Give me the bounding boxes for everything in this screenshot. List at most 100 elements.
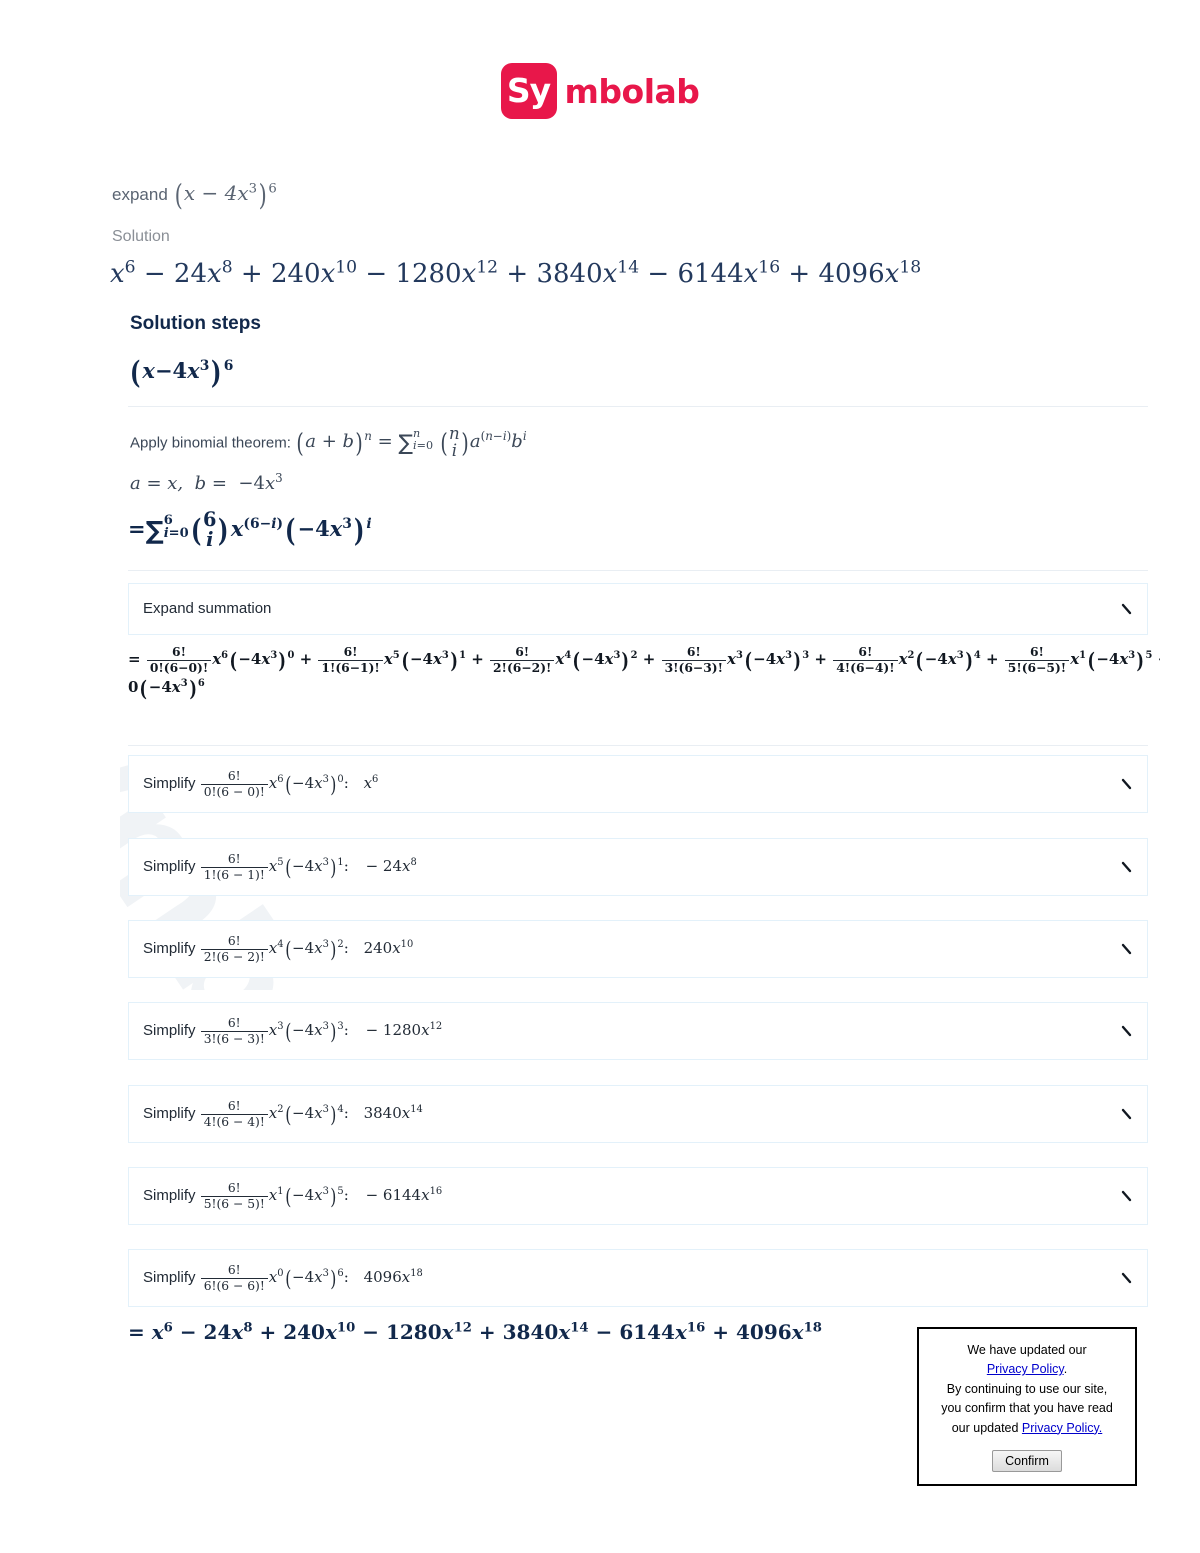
- frac-numerator: 6!: [200, 852, 268, 868]
- simplify-step-card[interactable]: Simplify 6! 4!(6 − 4)! x2(−4x3)4: 3840x14: [128, 1085, 1148, 1143]
- query-line: expand (x − 4x3) 6: [112, 178, 277, 212]
- simplify-step-card[interactable]: Simplify 6! 3!(6 − 3)! x3(−4x3)3: − 1280x1…: [128, 1002, 1148, 1060]
- simplify-label: Simplify: [143, 1105, 196, 1122]
- frac-numerator: 6!: [200, 934, 268, 950]
- final-result-line: = x6 − 24x8 + 240x10 − 1280x12 + 3840x14…: [128, 1320, 822, 1344]
- expand-summation-title: Expand summation: [143, 600, 272, 617]
- frac-denominator: 0!(6 − 0)!: [203, 784, 265, 799]
- simplify-result: x6: [363, 774, 379, 792]
- confirm-button[interactable]: Confirm: [992, 1449, 1062, 1472]
- simplify-step-card[interactable]: Simplify 6! 6!(6 − 6)! x0(−4x3)6: 4096x18: [128, 1249, 1148, 1307]
- privacy-line-3: By continuing to use our site,: [946, 1381, 1108, 1396]
- privacy-line-1: We have updated our: [967, 1343, 1087, 1357]
- simplify-step-row: Simplify 6! 0!(6 − 0)! x6(−4x3)0: x6: [143, 769, 378, 799]
- simplify-label: Simplify: [143, 858, 196, 875]
- simplify-expression: 6! 0!(6 − 0)! x6(−4x3)0:: [200, 769, 354, 799]
- simplify-result: − 1280x12: [365, 1021, 443, 1039]
- logo-mark: Sy: [500, 63, 557, 119]
- frac-denominator: 4!(6 − 4)!: [203, 1114, 265, 1129]
- solution-steps-heading: Solution steps: [130, 313, 261, 334]
- privacy-policy-link-1[interactable]: Privacy Policy: [987, 1362, 1064, 1376]
- simplify-step-card[interactable]: Simplify 6! 5!(6 − 5)! x1(−4x3)5: − 6144x1…: [128, 1167, 1148, 1225]
- solution-label: Solution: [112, 228, 170, 245]
- frac-numerator: 6!: [200, 1181, 268, 1197]
- query-label: expand: [112, 184, 168, 204]
- simplify-expression: 6! 6!(6 − 6)! x0(−4x3)6:: [200, 1263, 354, 1293]
- x-power: 3: [277, 1021, 284, 1032]
- expand-summation-line-2: 0(−4x3)6: [128, 677, 205, 702]
- simplify-label: Simplify: [143, 1187, 196, 1204]
- divider: [128, 745, 1148, 746]
- simplify-label: Simplify: [143, 1269, 196, 1286]
- simplify-step-row: Simplify 6! 6!(6 − 6)! x0(−4x3)6: 4096x18: [143, 1263, 423, 1293]
- binomial-theorem-line: Apply binomial theorem: (a + b)n = ∑n i=0…: [130, 425, 527, 460]
- simplify-result: 240x10: [363, 939, 414, 957]
- initial-expression: (x−4x3) 6: [130, 355, 234, 391]
- site-header: Sy mbolab: [0, 63, 1200, 119]
- chevron-collapse-icon[interactable]: [1119, 942, 1133, 956]
- simplify-label: Simplify: [143, 940, 196, 957]
- summation-expression: =∑6 i=0(6 i)x(6−i)(−4x3) i: [128, 508, 372, 552]
- binomial-theorem-formula: (a + b)n = ∑n i=0 (n i)a(n−i)bi: [296, 424, 527, 461]
- chevron-collapse-icon[interactable]: [1119, 1189, 1133, 1203]
- simplify-step-row: Simplify 6! 5!(6 − 5)! x1(−4x3)5: − 6144x1…: [143, 1181, 442, 1211]
- simplify-step-card[interactable]: Simplify 6! 0!(6 − 0)! x6(−4x3)0: x6: [128, 755, 1148, 813]
- simplify-step-row: Simplify 6! 1!(6 − 1)! x5(−4x3)1: − 24x8: [143, 852, 417, 882]
- simplify-step-row: Simplify 6! 2!(6 − 2)! x4(−4x3)2: 240x10: [143, 934, 413, 964]
- simplify-expression: 6! 5!(6 − 5)! x1(−4x3)5:: [200, 1181, 354, 1211]
- chevron-collapse-icon[interactable]: [1119, 1024, 1133, 1038]
- frac-denominator: 5!(6 − 5)!: [203, 1196, 265, 1211]
- simplify-expression: 6! 4!(6 − 4)! x2(−4x3)4:: [200, 1099, 354, 1129]
- divider: [128, 406, 1148, 407]
- binomial-theorem-label: Apply binomial theorem:: [130, 434, 291, 452]
- chevron-collapse-icon[interactable]: [1119, 777, 1133, 791]
- substitution-line: a = x, b = −4x3: [130, 471, 283, 494]
- frac-numerator: 6!: [200, 769, 268, 785]
- expand-summation-line-1: = 6! 0!(6−0)! x6(−4x3)0 + 6! 1!(6−1)! x5(−4x…: [128, 645, 1160, 675]
- symbolab-logo[interactable]: Sy mbolab: [500, 63, 700, 119]
- solution-result: x6 − 24x8 + 240x10 − 1280x12 + 3840x14 −…: [110, 257, 922, 289]
- query-expression: (x − 4x3) 6: [174, 178, 277, 212]
- simplify-expression: 6! 1!(6 − 1)! x5(−4x3)1:: [200, 852, 354, 882]
- simplify-result: 3840x14: [363, 1104, 423, 1122]
- simplify-step-row: Simplify 6! 4!(6 − 4)! x2(−4x3)4: 3840x14: [143, 1099, 423, 1129]
- x-power: 1: [277, 1186, 284, 1197]
- chevron-collapse-icon[interactable]: [1119, 602, 1133, 616]
- simplify-step-card[interactable]: Simplify 6! 2!(6 − 2)! x4(−4x3)2: 240x10: [128, 920, 1148, 978]
- x-power: 6: [277, 774, 284, 785]
- expand-summation-body: = 6! 0!(6−0)! x6(−4x3)0 + 6! 1!(6−1)! x5(−4x…: [128, 645, 1160, 741]
- frac-denominator: 3!(6 − 3)!: [203, 1031, 265, 1046]
- simplify-step-card[interactable]: Simplify 6! 1!(6 − 1)! x5(−4x3)1: − 24x8: [128, 838, 1148, 896]
- privacy-line-2-wrap: Privacy Policy.: [927, 1360, 1127, 1379]
- chevron-collapse-icon[interactable]: [1119, 1107, 1133, 1121]
- simplify-result: − 24x8: [365, 857, 417, 875]
- simplify-expression: 6! 3!(6 − 3)! x3(−4x3)3:: [200, 1016, 354, 1046]
- frac-numerator: 6!: [200, 1099, 268, 1115]
- simplify-step-row: Simplify 6! 3!(6 − 3)! x3(−4x3)3: − 1280x1…: [143, 1016, 442, 1046]
- expand-summation-card[interactable]: Expand summation: [128, 583, 1148, 635]
- simplify-label: Simplify: [143, 1022, 196, 1039]
- chevron-collapse-icon[interactable]: [1119, 860, 1133, 874]
- privacy-policy-banner: We have updated our Privacy Policy. By c…: [917, 1327, 1137, 1486]
- x-power: 4: [277, 939, 284, 950]
- frac-denominator: 6!(6 − 6)!: [203, 1278, 265, 1293]
- simplify-expression: 6! 2!(6 − 2)! x4(−4x3)2:: [200, 934, 354, 964]
- simplify-result: 4096x18: [363, 1268, 423, 1286]
- frac-denominator: 1!(6 − 1)!: [203, 867, 265, 882]
- x-power: 2: [277, 1104, 284, 1115]
- frac-numerator: 6!: [200, 1263, 268, 1279]
- privacy-line-5-wrap: our updated Privacy Policy.: [927, 1419, 1127, 1438]
- privacy-line-5-prefix: our updated: [951, 1420, 1022, 1435]
- frac-numerator: 6!: [200, 1016, 268, 1032]
- privacy-period: .: [1063, 1362, 1068, 1377]
- simplify-label: Simplify: [143, 775, 196, 792]
- x-power: 5: [277, 857, 284, 868]
- chevron-collapse-icon[interactable]: [1119, 1271, 1133, 1285]
- privacy-policy-link-2[interactable]: Privacy Policy.: [1022, 1421, 1102, 1435]
- logo-wordmark: mbolab: [564, 71, 700, 111]
- frac-denominator: 2!(6 − 2)!: [203, 949, 265, 964]
- privacy-line-4: you confirm that you have read: [941, 1401, 1113, 1416]
- divider: [128, 570, 1148, 571]
- simplify-result: − 6144x16: [365, 1186, 443, 1204]
- x-power: 0: [277, 1268, 284, 1279]
